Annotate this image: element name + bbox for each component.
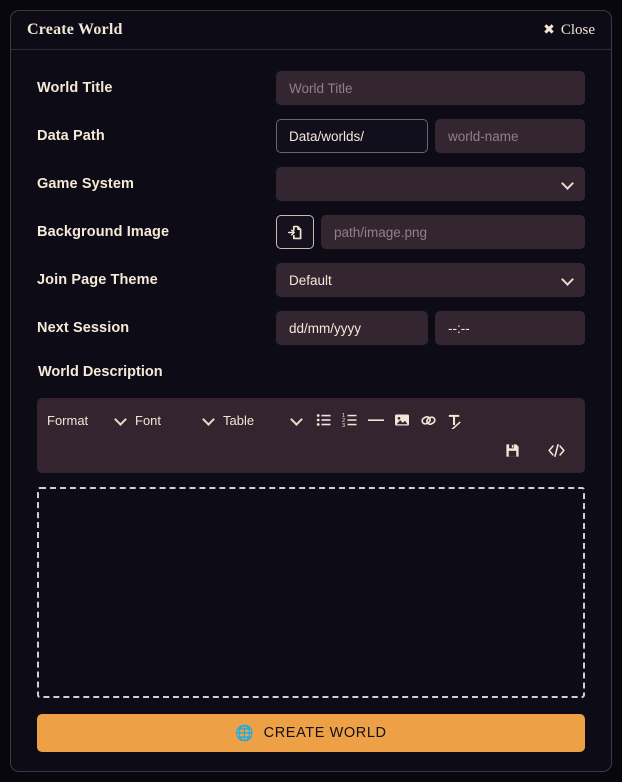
table-dropdown[interactable]: Table (223, 407, 303, 433)
source-code-icon (547, 443, 565, 457)
label-world-description: World Description (38, 364, 163, 380)
link-icon (420, 415, 436, 425)
clear-format-button[interactable] (441, 407, 467, 433)
label-world-title: World Title (37, 80, 113, 96)
svg-text:3: 3 (342, 423, 345, 428)
chevron-down-icon (115, 414, 127, 426)
font-dropdown-label: Font (135, 412, 162, 428)
world-description-editor[interactable] (37, 487, 585, 698)
font-dropdown[interactable]: Font (135, 407, 215, 433)
horizontal-rule-button[interactable] (363, 407, 389, 433)
fields-join-page-theme: Default (276, 263, 585, 297)
next-session-time-input[interactable]: --:-- (435, 311, 585, 345)
chevron-down-icon (562, 274, 574, 286)
format-dropdown-label: Format (47, 412, 89, 428)
save-button[interactable] (499, 437, 525, 463)
format-dropdown[interactable]: Format (47, 407, 127, 433)
label-background-image: Background Image (37, 224, 170, 240)
editor-toolbar: Format Font Table 1 2 3 (37, 398, 585, 473)
join-page-theme-value: Default (289, 272, 332, 288)
numbered-list-icon: 1 2 3 (342, 413, 357, 428)
bullet-list-button[interactable] (311, 407, 337, 433)
create-world-button-label: CREATE WORLD (263, 725, 387, 741)
data-path-input[interactable]: world-name (435, 119, 585, 153)
background-image-input[interactable]: path/image.png (321, 215, 585, 249)
fields-background-image: path/image.png (276, 215, 585, 249)
clear-format-icon (448, 414, 461, 429)
dialog-title: Create World (27, 21, 123, 38)
chevron-down-icon (562, 178, 574, 190)
create-world-dialog: Create World ✖ Close World Title World T… (10, 10, 612, 772)
fields-world-title: World Title (276, 71, 585, 105)
fields-data-path: Data/worlds/ world-name (276, 119, 585, 153)
form-row-world-title: World Title World Title (37, 64, 585, 112)
form-row-join-page-theme: Join Page Theme Default (37, 256, 585, 304)
save-icon (505, 443, 519, 457)
fields-next-session: dd/mm/yyyy --:-- (276, 311, 585, 345)
insert-link-button[interactable] (415, 407, 441, 433)
label-data-path: Data Path (37, 128, 105, 144)
label-join-page-theme: Join Page Theme (37, 272, 158, 288)
source-code-button[interactable] (543, 437, 569, 463)
chevron-down-icon (291, 414, 303, 426)
insert-image-button[interactable] (389, 407, 415, 433)
close-x-icon: ✖ (543, 22, 555, 38)
form-row-background-image: Background Image path/image.png (37, 208, 585, 256)
dialog-header: Create World ✖ Close (11, 11, 611, 50)
fields-game-system (276, 167, 585, 201)
file-import-icon (287, 225, 301, 239)
file-picker-button[interactable] (276, 215, 314, 249)
globe-icon: 🌐 (235, 724, 255, 742)
horizontal-rule-icon (368, 419, 384, 421)
chevron-down-icon (203, 414, 215, 426)
form-row-next-session: Next Session dd/mm/yyyy --:-- (37, 304, 585, 352)
bullet-list-icon (316, 414, 331, 426)
editor-toolbar-row-2 (47, 435, 575, 465)
dialog-body: World Title World Title Data Path Data/w… (11, 50, 611, 752)
editor-toolbar-row-1: Format Font Table 1 2 3 (47, 405, 575, 435)
label-next-session: Next Session (37, 320, 130, 336)
label-game-system: Game System (37, 176, 135, 192)
form-row-game-system: Game System (37, 160, 585, 208)
game-system-select[interactable] (276, 167, 585, 201)
form-row-data-path: Data Path Data/worlds/ world-name (37, 112, 585, 160)
next-session-date-input[interactable]: dd/mm/yyyy (276, 311, 428, 345)
world-title-input[interactable]: World Title (276, 71, 585, 105)
table-dropdown-label: Table (223, 412, 255, 428)
image-icon (395, 414, 409, 426)
data-path-prefix: Data/worlds/ (276, 119, 428, 153)
create-world-button[interactable]: 🌐 CREATE WORLD (37, 714, 585, 752)
close-button-label: Close (560, 21, 595, 38)
numbered-list-button[interactable]: 1 2 3 (337, 407, 363, 433)
join-page-theme-select[interactable]: Default (276, 263, 585, 297)
close-button[interactable]: ✖ Close (543, 22, 595, 39)
